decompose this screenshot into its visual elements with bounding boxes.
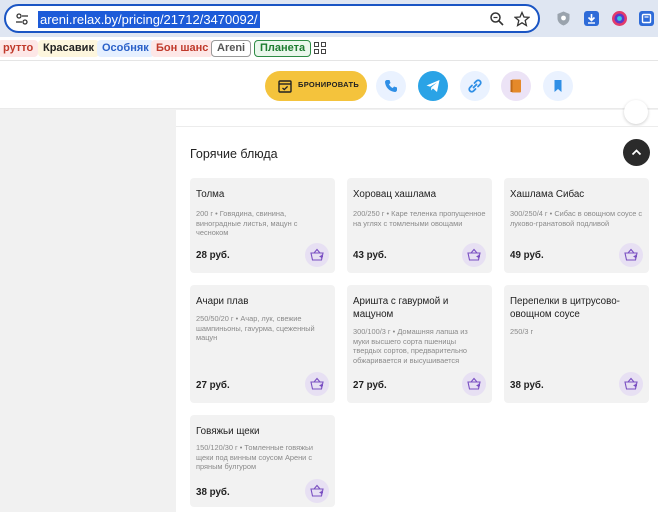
book-button[interactable]: БРОНИРОВАТЬ [265,71,367,101]
bookmark-icon [554,80,562,92]
dish-card[interactable]: Аришта с гавурмой и мацуном 300/100/3 г … [347,285,492,403]
left-panel [0,110,176,512]
color-extension-icon[interactable] [611,10,628,27]
dish-price: 27 руб. [353,380,387,391]
dish-price: 43 руб. [353,250,387,261]
bookmark-item[interactable]: Красавик [38,40,99,57]
shield-extension-icon[interactable] [555,10,572,27]
dish-description: 200 г • Говядина, свинина, виноградные л… [196,209,298,237]
dish-description: 300/100/3 г • Домашняя лапша из муки выс… [353,327,468,365]
dish-name: Ачари плав [196,296,249,307]
add-to-cart-button[interactable] [305,479,329,503]
bookmarks-bar: рутто Красавик Особняк Бон шанс Areni Пл… [0,37,658,61]
add-to-cart-button[interactable] [462,372,486,396]
dish-price: 38 руб. [510,380,544,391]
dish-price: 38 руб. [196,487,230,498]
section-title: Горячие блюда [190,147,278,161]
cart-add-icon [310,484,324,497]
dish-description: 250/50/20 г • Ачар, лук, свежие шампиньо… [196,314,315,342]
telegram-icon [426,80,440,92]
cart-add-icon [310,248,324,261]
dish-card[interactable]: Толма 200 г • Говядина, свинина, виногра… [190,178,335,273]
dish-card[interactable]: Перепелки в цитрусово-овощном соусе 250/… [504,285,649,403]
page-header: БРОНИРОВАТЬ [0,61,658,109]
cart-add-icon [624,377,638,390]
dish-name: Хашлама Сибас [510,189,585,200]
dish-name: Толма [196,189,225,200]
dish-price: 27 руб. [196,380,230,391]
add-to-cart-button[interactable] [305,243,329,267]
bookmark-item[interactable]: Бон шанс [151,40,214,57]
cart-add-icon [310,377,324,390]
bookmark-item[interactable]: рутто [0,40,39,57]
site-settings-icon[interactable] [15,12,29,26]
dish-price: 49 руб. [510,250,544,261]
scroll-indicator [624,100,648,124]
add-to-cart-button[interactable] [619,243,643,267]
dish-description: 200/250 г • Каре теленка пропущенное на … [353,209,486,228]
phone-button[interactable] [376,71,406,101]
link-button[interactable] [460,71,490,101]
dish-description: 250/3 г [510,327,534,336]
star-icon[interactable] [514,11,530,27]
dish-card[interactable]: Говяжьи щеки 150/120/30 г • Томленные го… [190,415,335,507]
bookmark-item[interactable]: Areni [211,40,252,57]
cart-add-icon [467,377,481,390]
dish-description: 150/120/30 г • Томленные говяжьи щеки по… [196,443,314,471]
zoom-icon[interactable] [489,11,505,27]
dish-card[interactable]: Хоровац хашлама 200/250 г • Каре теленка… [347,178,492,273]
cart-add-icon [624,248,638,261]
calendar-icon [278,80,292,93]
dish-name: Перепелки в цитрусово-овощном соусе [510,296,620,320]
add-to-cart-button[interactable] [619,372,643,396]
cart-add-icon [467,248,481,261]
chevron-up-icon [631,149,642,156]
dish-name: Говяжьи щеки [196,426,260,437]
dish-price: 28 руб. [196,250,230,261]
url-text[interactable]: areni.relax.by/pricing/21712/3470092/ [38,11,260,28]
menu-book-icon [510,79,521,93]
bookmark-item[interactable]: Особняк [97,40,154,57]
dish-description: 300/250/4 г • Сибас в овощном соусе с лу… [510,209,643,228]
address-bar[interactable]: areni.relax.by/pricing/21712/3470092/ [4,4,540,33]
menu-content: Горячие блюда Толма 200 г • Говядина, св… [176,100,658,512]
dish-card[interactable]: Ачари плав 250/50/20 г • Ачар, лук, свеж… [190,285,335,403]
add-to-cart-button[interactable] [462,243,486,267]
menu-button[interactable] [501,71,531,101]
dish-name: Хоровац хашлама [353,189,437,200]
apps-grid-icon[interactable] [314,42,326,54]
bookmark-item[interactable]: Планета [254,40,312,57]
collapse-button[interactable] [623,139,650,166]
bookmark-button[interactable] [543,71,573,101]
download-extension-icon[interactable] [583,10,600,27]
telegram-button[interactable] [418,71,448,101]
note-extension-icon[interactable] [638,10,655,27]
add-to-cart-button[interactable] [305,372,329,396]
phone-icon [385,80,397,92]
link-icon [468,79,482,93]
divider [176,126,658,127]
dish-card[interactable]: Хашлама Сибас 300/250/4 г • Сибас в овощ… [504,178,649,273]
dish-name: Аришта с гавурмой и мацуном [353,296,449,320]
browser-toolbar: areni.relax.by/pricing/21712/3470092/ [0,0,658,37]
book-button-label: БРОНИРОВАТЬ [298,80,360,89]
